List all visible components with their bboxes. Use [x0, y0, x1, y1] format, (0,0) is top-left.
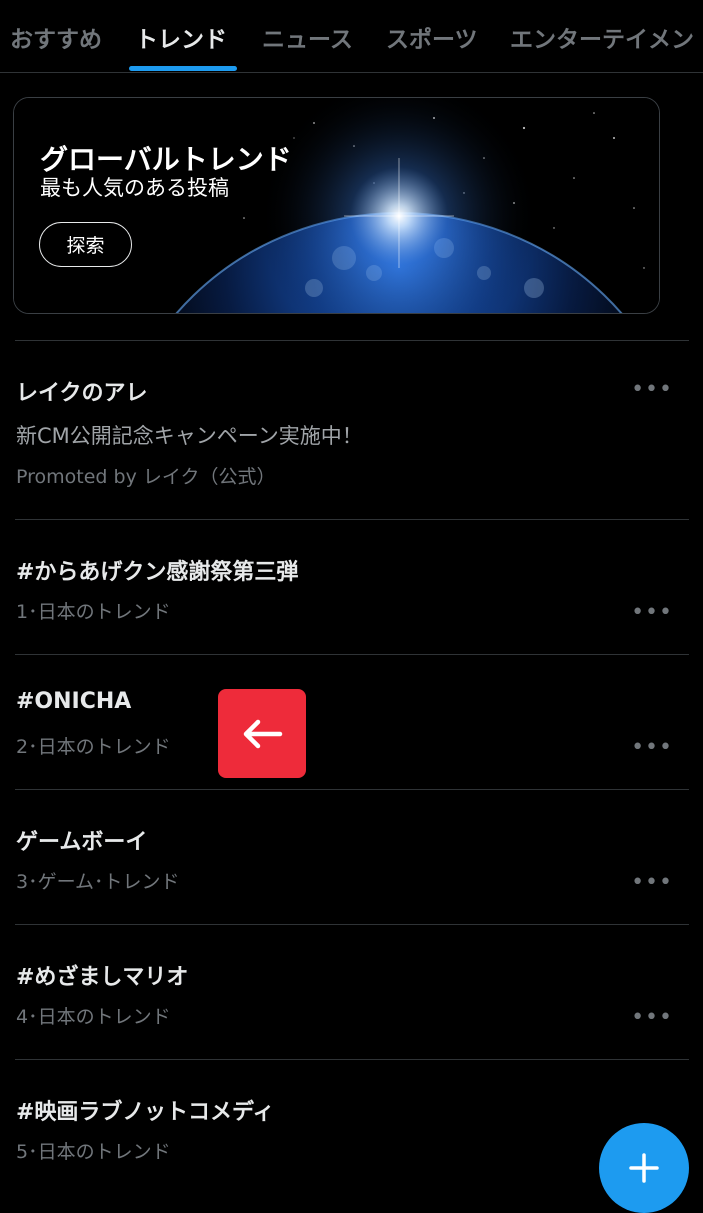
trend-meta: 2･日本のトレンド — [16, 736, 171, 758]
more-icon[interactable]: ••• — [631, 737, 673, 759]
tab-sports[interactable]: スポーツ — [386, 20, 478, 54]
trend-title: #めざましマリオ — [16, 965, 189, 990]
promoted-description: 新CM公開記念キャンペーン実施中！ — [16, 424, 363, 448]
trend-item[interactable]: #映画ラブノットコメディ 5･日本のトレンド — [0, 1060, 703, 1194]
promoted-trend-item[interactable]: レイクのアレ 新CM公開記念キャンペーン実施中！ Promoted by レイク… — [0, 341, 703, 519]
back-button[interactable] — [218, 689, 306, 778]
trend-title: #からあげクン感謝祭第三弾 — [16, 560, 299, 585]
more-icon[interactable]: ••• — [631, 602, 673, 624]
hero-subtitle: 最も人気のある投稿 — [40, 176, 229, 200]
global-trends-card[interactable]: グローバルトレンド 最も人気のある投稿 探索 — [13, 97, 660, 314]
promoted-meta: Promoted by レイク（公式） — [16, 466, 276, 488]
trend-meta: 5･日本のトレンド — [16, 1141, 171, 1163]
tab-recommended[interactable]: おすすめ — [10, 20, 102, 54]
trend-item[interactable]: ゲームボーイ 3･ゲーム･トレンド ••• — [0, 790, 703, 924]
promoted-title: レイクのアレ — [16, 381, 148, 406]
trend-item[interactable]: #ONICHA 2･日本のトレンド ••• — [0, 655, 703, 789]
trend-title: #映画ラブノットコメディ — [16, 1100, 275, 1125]
more-icon[interactable]: ••• — [631, 872, 673, 894]
trend-meta: 4･日本のトレンド — [16, 1006, 171, 1028]
tab-news[interactable]: ニュース — [262, 20, 353, 54]
explore-button[interactable]: 探索 — [39, 222, 132, 267]
trend-meta: 1･日本のトレンド — [16, 601, 171, 623]
arrow-left-icon — [243, 719, 283, 748]
trend-title: ゲームボーイ — [16, 830, 148, 855]
more-icon[interactable]: ••• — [631, 1007, 673, 1029]
trend-title: #ONICHA — [16, 689, 132, 714]
trend-meta: 3･ゲーム･トレンド — [16, 871, 180, 893]
more-icon[interactable]: ••• — [631, 379, 673, 401]
earth-space-image — [14, 98, 659, 313]
trend-item[interactable]: #からあげクン感謝祭第三弾 1･日本のトレンド ••• — [0, 520, 703, 654]
trend-item[interactable]: #めざましマリオ 4･日本のトレンド ••• — [0, 925, 703, 1059]
tab-trending[interactable]: トレンド — [135, 20, 227, 54]
plus-icon — [629, 1153, 659, 1183]
active-tab-indicator — [129, 66, 237, 71]
tab-entertainment[interactable]: エンターテイメン — [510, 20, 694, 54]
tab-bar: おすすめ トレンド ニュース スポーツ エンターテイメン — [0, 0, 703, 73]
